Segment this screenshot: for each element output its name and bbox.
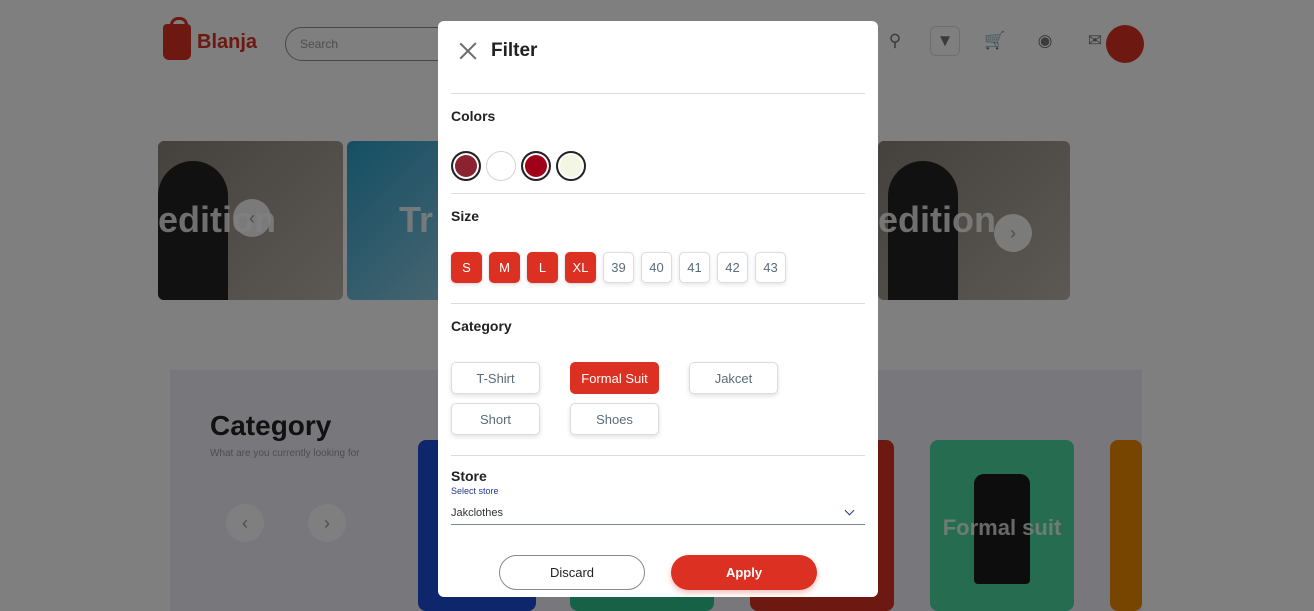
color-options — [451, 151, 586, 181]
store-label: Store — [451, 468, 487, 484]
size-option-l[interactable]: L — [527, 252, 558, 283]
size-option-s[interactable]: S — [451, 252, 482, 283]
divider — [451, 93, 865, 94]
modal-title: Filter — [491, 40, 538, 61]
filter-modal: Filter Colors Size S M L XL 39 40 41 42 … — [438, 21, 878, 597]
category-option-short[interactable]: Short — [451, 403, 540, 435]
color-swatch-maroon[interactable] — [451, 151, 481, 181]
discard-button[interactable]: Discard — [499, 555, 645, 590]
category-option-tshirt[interactable]: T-Shirt — [451, 362, 540, 394]
size-option-xl[interactable]: XL — [565, 252, 596, 283]
size-option-42[interactable]: 42 — [717, 252, 748, 283]
size-option-40[interactable]: 40 — [641, 252, 672, 283]
category-option-formal-suit[interactable]: Formal Suit — [570, 362, 659, 394]
color-swatch-red[interactable] — [521, 151, 551, 181]
size-option-41[interactable]: 41 — [679, 252, 710, 283]
category-option-shoes[interactable]: Shoes — [570, 403, 659, 435]
size-label: Size — [451, 208, 480, 224]
category-option-jacket[interactable]: Jakcet — [689, 362, 778, 394]
size-options: S M L XL 39 40 41 42 43 — [451, 252, 786, 283]
store-select-label: Select store — [451, 486, 499, 496]
category-options: T-Shirt Formal Suit Jakcet Short Shoes — [451, 362, 871, 442]
store-select[interactable]: Jakclothes — [451, 501, 865, 525]
divider — [451, 303, 865, 304]
close-icon[interactable] — [458, 41, 478, 61]
color-swatch-cream[interactable] — [556, 151, 586, 181]
apply-button[interactable]: Apply — [671, 555, 817, 590]
store-select-value: Jakclothes — [451, 506, 503, 519]
chevron-down-icon — [844, 505, 855, 516]
category-label: Category — [451, 318, 512, 334]
divider — [451, 193, 865, 194]
size-option-43[interactable]: 43 — [755, 252, 786, 283]
size-option-39[interactable]: 39 — [603, 252, 634, 283]
divider — [451, 455, 865, 456]
color-swatch-white[interactable] — [486, 151, 516, 181]
colors-label: Colors — [451, 108, 496, 124]
size-option-m[interactable]: M — [489, 252, 520, 283]
modal-header: Filter — [438, 21, 878, 93]
